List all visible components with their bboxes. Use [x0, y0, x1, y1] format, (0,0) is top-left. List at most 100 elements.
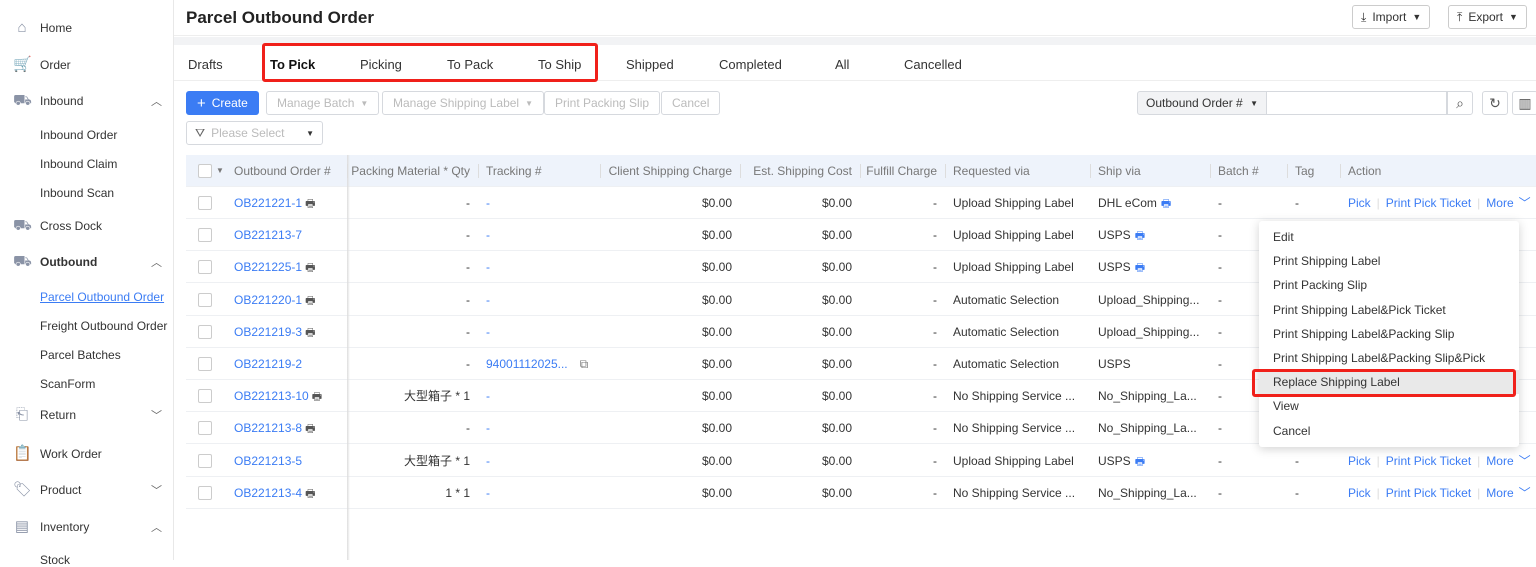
- packing-value: 大型箱子 * 1: [403, 389, 470, 404]
- order-link[interactable]: OB221219-2: [234, 357, 302, 371]
- print-label-icon[interactable]: 🖶: [1135, 230, 1145, 242]
- cell-ship: No_Shipping_La...: [1090, 380, 1210, 412]
- tab-cancelled[interactable]: Cancelled: [904, 57, 962, 72]
- tab-drafts[interactable]: Drafts: [188, 57, 223, 72]
- tracking-link[interactable]: -: [486, 260, 490, 274]
- print-pick-ticket-link[interactable]: Print Pick Ticket: [1386, 454, 1471, 468]
- row-checkbox[interactable]: [198, 260, 212, 275]
- row-checkbox[interactable]: [198, 324, 212, 339]
- copy-icon[interactable]: ⧉: [580, 357, 589, 371]
- ship-value: No_Shipping_La...: [1098, 485, 1197, 500]
- order-link[interactable]: OB221221-1: [234, 196, 302, 210]
- manage-batch-button[interactable]: Manage Batch ▼: [266, 91, 380, 115]
- menu-item-print-shipping-label[interactable]: Print Shipping Label: [1259, 249, 1519, 273]
- sidebar-item-order[interactable]: 🛒 Order: [0, 50, 173, 80]
- cell-ship: USPS 🖶: [1090, 445, 1210, 477]
- order-link[interactable]: OB221220-1: [234, 293, 302, 307]
- sidebar-subitem[interactable]: Parcel Batches: [40, 348, 121, 362]
- sidebar-item-outbound[interactable]: ⛟ Outbound ︿: [0, 247, 173, 277]
- filter-select[interactable]: ⛛ Please Select ▼: [186, 121, 323, 145]
- chevron-down-icon[interactable]: ﹀: [1519, 486, 1531, 500]
- order-link[interactable]: OB221213-4: [234, 486, 302, 500]
- sidebar-item-inbound[interactable]: ⛟ Inbound ︿: [0, 86, 173, 116]
- chevron-down-icon[interactable]: ﹀: [1519, 454, 1531, 468]
- import-button[interactable]: ⤓ Import ▼: [1352, 5, 1431, 29]
- tab-all[interactable]: All: [835, 57, 849, 72]
- tracking-link[interactable]: -: [486, 325, 490, 339]
- column-separator: [945, 164, 946, 178]
- sidebar-item-cross-dock[interactable]: ⛟ Cross Dock: [0, 211, 173, 241]
- menu-item-cancel[interactable]: Cancel: [1259, 419, 1519, 443]
- export-button[interactable]: ⤒ Export ▼: [1448, 5, 1527, 29]
- print-pick-ticket-link[interactable]: Print Pick Ticket: [1386, 486, 1471, 500]
- order-link[interactable]: OB221213-7: [234, 228, 302, 242]
- tracking-link[interactable]: 94001112025...: [486, 357, 568, 371]
- order-link[interactable]: OB221219-3: [234, 325, 302, 339]
- tracking-link[interactable]: -: [486, 421, 490, 435]
- row-checkbox[interactable]: [198, 453, 212, 468]
- print-packing-slip-button[interactable]: Print Packing Slip: [544, 91, 661, 115]
- tab-completed[interactable]: Completed: [719, 57, 782, 72]
- fulfill-value: -: [933, 453, 937, 468]
- row-checkbox[interactable]: [198, 357, 212, 371]
- row-checkbox[interactable]: [198, 196, 212, 210]
- tracking-link[interactable]: -: [486, 228, 490, 242]
- menu-item-view[interactable]: View: [1259, 394, 1519, 418]
- select-menu-caret-icon[interactable]: ▼: [216, 155, 224, 187]
- sidebar-subitem[interactable]: Inbound Order: [40, 128, 117, 142]
- menu-item-edit[interactable]: Edit: [1259, 225, 1519, 249]
- more-dropdown[interactable]: More: [1486, 486, 1513, 500]
- sidebar-subitem[interactable]: ScanForm: [40, 377, 95, 391]
- pick-link[interactable]: Pick: [1348, 486, 1371, 500]
- more-dropdown[interactable]: More: [1486, 454, 1513, 468]
- sidebar-item-inventory[interactable]: ▤ Inventory ︿: [0, 512, 173, 542]
- menu-item-print-shipping-label-packing-slip[interactable]: Print Shipping Label&Packing Slip: [1259, 322, 1519, 346]
- menu-item-print-shipping-label-pick-ticket[interactable]: Print Shipping Label&Pick Ticket: [1259, 298, 1519, 322]
- column-settings-button[interactable]: ▥: [1512, 91, 1536, 115]
- order-link[interactable]: OB221213-5: [234, 454, 302, 468]
- tab-shipped[interactable]: Shipped: [626, 57, 674, 72]
- row-checkbox[interactable]: [198, 421, 212, 436]
- menu-item-print-shipping-label-packing-slip-pick-ticket[interactable]: Print Shipping Label&Packing Slip&Pick T…: [1259, 346, 1519, 389]
- tracking-link[interactable]: -: [486, 486, 490, 500]
- cell-requested: Automatic Selection: [945, 348, 1090, 380]
- order-link[interactable]: OB221213-10: [234, 389, 309, 403]
- search-input[interactable]: [1267, 91, 1447, 115]
- sidebar-item-return[interactable]: ⎗ Return ﹀: [0, 400, 173, 430]
- create-button[interactable]: + Create: [186, 91, 259, 115]
- sidebar-subitem[interactable]: Inbound Claim: [40, 157, 117, 171]
- tracking-link[interactable]: -: [486, 454, 490, 468]
- manage-shipping-label-button[interactable]: Manage Shipping Label ▼: [382, 91, 545, 115]
- cancel-button[interactable]: Cancel: [661, 91, 721, 115]
- print-label-icon[interactable]: 🖶: [1135, 262, 1145, 274]
- search-button[interactable]: ⌕: [1447, 91, 1473, 115]
- row-checkbox[interactable]: [198, 228, 212, 243]
- print-label-icon[interactable]: 🖶: [1135, 456, 1145, 468]
- order-link[interactable]: OB221213-8: [234, 421, 302, 435]
- chevron-down-icon[interactable]: ﹀: [1519, 196, 1531, 210]
- print-label-icon[interactable]: 🖶: [1161, 198, 1171, 210]
- sidebar-item-work-order[interactable]: 📋 Work Order: [0, 439, 173, 469]
- sidebar-subitem[interactable]: Parcel Outbound Order: [40, 290, 164, 304]
- row-checkbox[interactable]: [198, 292, 212, 307]
- menu-item-print-packing-slip[interactable]: Print Packing Slip: [1259, 273, 1519, 297]
- tracking-link[interactable]: -: [486, 293, 490, 307]
- refresh-button[interactable]: ↻: [1482, 91, 1508, 115]
- row-checkbox[interactable]: [198, 389, 212, 404]
- sidebar-subitem[interactable]: Freight Outbound Order: [40, 319, 167, 333]
- pick-link[interactable]: Pick: [1348, 196, 1371, 210]
- select-all-checkbox[interactable]: [198, 164, 212, 178]
- sidebar-item-home[interactable]: ⌂ Home: [0, 13, 173, 43]
- sidebar-subitem[interactable]: Stock: [40, 553, 70, 567]
- row-checkbox[interactable]: [198, 485, 212, 500]
- print-pick-ticket-link[interactable]: Print Pick Ticket: [1386, 196, 1471, 210]
- pick-link[interactable]: Pick: [1348, 454, 1371, 468]
- cell-order: OB221225-1 🖶: [226, 251, 347, 283]
- order-link[interactable]: OB221225-1: [234, 260, 302, 274]
- sidebar-subitem[interactable]: Inbound Scan: [40, 186, 114, 200]
- search-field-select[interactable]: Outbound Order # ▼: [1137, 91, 1267, 115]
- tracking-link[interactable]: -: [486, 196, 490, 210]
- more-dropdown[interactable]: More: [1486, 196, 1513, 210]
- sidebar-item-product[interactable]: 🏷 Product ﹀: [0, 475, 173, 505]
- tracking-link[interactable]: -: [486, 389, 490, 403]
